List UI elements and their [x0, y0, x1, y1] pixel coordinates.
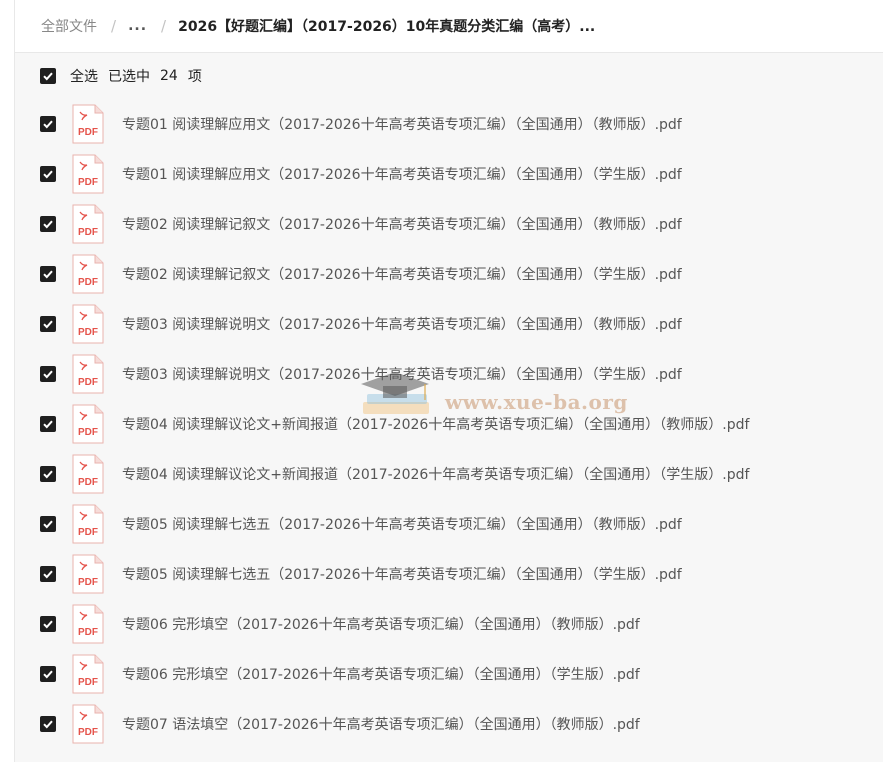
- checkmark-icon: [43, 320, 53, 329]
- pdf-file-icon: PDF: [72, 204, 104, 244]
- svg-text:PDF: PDF: [78, 377, 98, 388]
- file-row[interactable]: PDF 专题03 阅读理解说明文（2017-2026十年高考英语专项汇编）（全国通…: [15, 349, 883, 399]
- select-all-label[interactable]: 全选: [70, 66, 98, 86]
- file-name[interactable]: 专题05 阅读理解七选五（2017-2026十年高考英语专项汇编）（全国通用）（…: [122, 564, 682, 584]
- checkmark-icon: [43, 170, 53, 179]
- svg-text:PDF: PDF: [78, 277, 98, 288]
- file-name[interactable]: 专题04 阅读理解议论文+新闻报道（2017-2026十年高考英语专项汇编）（全…: [122, 414, 749, 434]
- file-row[interactable]: PDF 专题04 阅读理解议论文+新闻报道（2017-2026十年高考英语专项汇编…: [15, 399, 883, 449]
- selected-count-suffix: 项: [187, 69, 202, 85]
- file-name[interactable]: 专题02 阅读理解记叙文（2017-2026十年高考英语专项汇编）（全国通用）（…: [122, 214, 682, 234]
- checkmark-icon: [43, 570, 53, 579]
- file-row[interactable]: PDF 专题06 完形填空（2017-2026十年高考英语专项汇编）（全国通用）（…: [15, 649, 883, 699]
- file-name[interactable]: 专题03 阅读理解说明文（2017-2026十年高考英语专项汇编）（全国通用）（…: [122, 364, 682, 384]
- file-row[interactable]: PDF 专题07 语法填空（2017-2026十年高考英语专项汇编）（全国通用）（…: [15, 699, 883, 749]
- svg-text:PDF: PDF: [78, 227, 98, 238]
- file-checkbox[interactable]: [40, 116, 56, 132]
- file-checkbox[interactable]: [40, 366, 56, 382]
- checkmark-icon: [43, 370, 53, 379]
- file-row[interactable]: PDF 专题02 阅读理解记叙文（2017-2026十年高考英语专项汇编）（全国通…: [15, 199, 883, 249]
- pdf-file-icon: PDF: [72, 704, 104, 744]
- file-name[interactable]: 专题01 阅读理解应用文（2017-2026十年高考英语专项汇编）（全国通用）（…: [122, 164, 682, 184]
- file-row[interactable]: PDF 专题01 阅读理解应用文（2017-2026十年高考英语专项汇编）（全国通…: [15, 149, 883, 199]
- pdf-file-icon: PDF: [72, 404, 104, 444]
- file-checkbox[interactable]: [40, 416, 56, 432]
- svg-text:PDF: PDF: [78, 577, 98, 588]
- breadcrumb: 全部文件 / ... / 2026【好题汇编】（2017-2026）10年真题分…: [15, 0, 883, 53]
- svg-text:PDF: PDF: [78, 177, 98, 188]
- file-checkbox[interactable]: [40, 566, 56, 582]
- file-checkbox[interactable]: [40, 666, 56, 682]
- file-name[interactable]: 专题05 阅读理解七选五（2017-2026十年高考英语专项汇编）（全国通用）（…: [122, 514, 682, 534]
- file-checkbox[interactable]: [40, 466, 56, 482]
- pdf-file-icon: PDF: [72, 254, 104, 294]
- selected-count: 24: [160, 68, 178, 84]
- file-checkbox[interactable]: [40, 166, 56, 182]
- file-name[interactable]: 专题01 阅读理解应用文（2017-2026十年高考英语专项汇编）（全国通用）（…: [122, 114, 682, 134]
- pdf-file-icon: PDF: [72, 304, 104, 344]
- pdf-file-icon: PDF: [72, 454, 104, 494]
- file-checkbox[interactable]: [40, 516, 56, 532]
- file-row[interactable]: PDF 专题03 阅读理解说明文（2017-2026十年高考英语专项汇编）（全国通…: [15, 299, 883, 349]
- select-all-checkbox[interactable]: [40, 68, 56, 84]
- checkmark-icon: [43, 72, 53, 81]
- pdf-file-icon: PDF: [72, 554, 104, 594]
- pdf-file-icon: PDF: [72, 104, 104, 144]
- pdf-file-icon: PDF: [72, 504, 104, 544]
- svg-text:PDF: PDF: [78, 427, 98, 438]
- file-list: 全选 已选中 24 项 PDF 专题01 阅读理解应用文（2017-2026十年高…: [15, 53, 883, 762]
- file-name[interactable]: 专题06 完形填空（2017-2026十年高考英语专项汇编）（全国通用）（学生版…: [122, 664, 640, 684]
- select-all-bar: 全选 已选中 24 项: [15, 53, 883, 99]
- file-checkbox[interactable]: [40, 216, 56, 232]
- svg-text:PDF: PDF: [78, 727, 98, 738]
- file-name[interactable]: 专题02 阅读理解记叙文（2017-2026十年高考英语专项汇编）（全国通用）（…: [122, 264, 682, 284]
- file-row[interactable]: PDF 专题04 阅读理解议论文+新闻报道（2017-2026十年高考英语专项汇编…: [15, 449, 883, 499]
- file-checkbox[interactable]: [40, 316, 56, 332]
- file-checkbox[interactable]: [40, 266, 56, 282]
- checkmark-icon: [43, 120, 53, 129]
- selected-count-prefix: 已选中: [108, 69, 150, 85]
- file-name[interactable]: 专题06 完形填空（2017-2026十年高考英语专项汇编）（全国通用）（教师版…: [122, 614, 640, 634]
- checkmark-icon: [43, 520, 53, 529]
- checkmark-icon: [43, 420, 53, 429]
- pdf-file-icon: PDF: [72, 654, 104, 694]
- checkmark-icon: [43, 720, 53, 729]
- checkmark-icon: [43, 620, 53, 629]
- file-checkbox[interactable]: [40, 716, 56, 732]
- pdf-file-icon: PDF: [72, 154, 104, 194]
- file-row[interactable]: PDF 专题06 完形填空（2017-2026十年高考英语专项汇编）（全国通用）（…: [15, 599, 883, 649]
- svg-text:PDF: PDF: [78, 677, 98, 688]
- svg-text:PDF: PDF: [78, 627, 98, 638]
- file-name[interactable]: 专题07 语法填空（2017-2026十年高考英语专项汇编）（全国通用）（教师版…: [122, 714, 640, 734]
- checkmark-icon: [43, 270, 53, 279]
- breadcrumb-root-link[interactable]: 全部文件: [41, 16, 97, 36]
- file-row[interactable]: PDF 专题05 阅读理解七选五（2017-2026十年高考英语专项汇编）（全国通…: [15, 549, 883, 599]
- checkmark-icon: [43, 220, 53, 229]
- svg-text:PDF: PDF: [78, 127, 98, 138]
- pdf-file-icon: PDF: [72, 604, 104, 644]
- pdf-file-icon: PDF: [72, 354, 104, 394]
- breadcrumb-current-folder: 2026【好题汇编】（2017-2026）10年真题分类汇编（高考）...: [178, 19, 596, 35]
- file-row[interactable]: PDF 专题01 阅读理解应用文（2017-2026十年高考英语专项汇编）（全国通…: [15, 99, 883, 149]
- file-rows: PDF 专题01 阅读理解应用文（2017-2026十年高考英语专项汇编）（全国通…: [15, 99, 883, 749]
- svg-text:PDF: PDF: [78, 527, 98, 538]
- checkmark-icon: [43, 670, 53, 679]
- file-name[interactable]: 专题03 阅读理解说明文（2017-2026十年高考英语专项汇编）（全国通用）（…: [122, 314, 682, 334]
- file-name[interactable]: 专题04 阅读理解议论文+新闻报道（2017-2026十年高考英语专项汇编）（全…: [122, 464, 749, 484]
- file-checkbox[interactable]: [40, 616, 56, 632]
- breadcrumb-separator: /: [111, 17, 117, 35]
- file-row[interactable]: PDF 专题02 阅读理解记叙文（2017-2026十年高考英语专项汇编）（全国通…: [15, 249, 883, 299]
- breadcrumb-separator: /: [161, 17, 167, 35]
- svg-text:PDF: PDF: [78, 477, 98, 488]
- svg-text:PDF: PDF: [78, 327, 98, 338]
- checkmark-icon: [43, 470, 53, 479]
- file-row[interactable]: PDF 专题05 阅读理解七选五（2017-2026十年高考英语专项汇编）（全国通…: [15, 499, 883, 549]
- file-browser-panel: 全部文件 / ... / 2026【好题汇编】（2017-2026）10年真题分…: [14, 0, 883, 762]
- breadcrumb-ellipsis-link[interactable]: ...: [128, 18, 147, 34]
